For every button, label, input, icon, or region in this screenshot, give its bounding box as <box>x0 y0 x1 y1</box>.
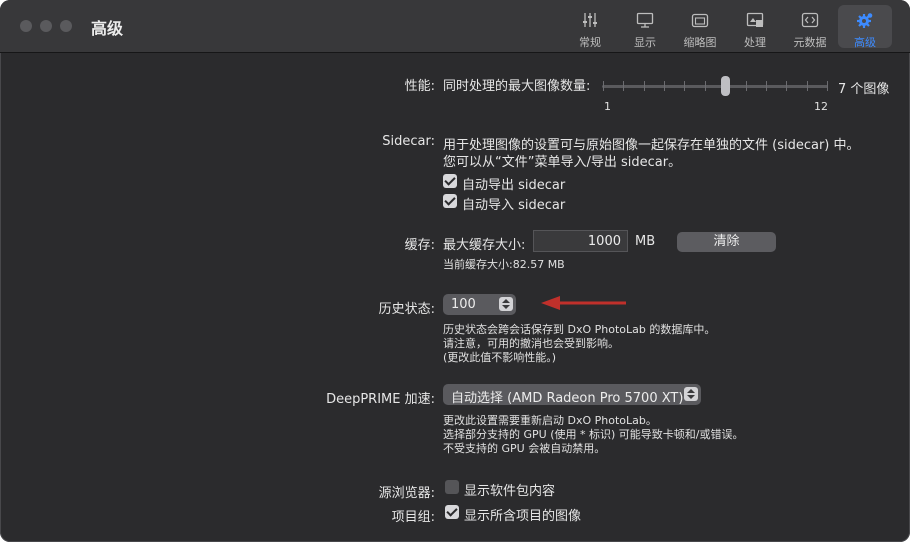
slider-tick <box>746 81 747 91</box>
tab-display[interactable]: 显示 <box>618 5 672 49</box>
show-project-images-label[interactable]: 显示所含项目的图像 <box>464 505 581 524</box>
slider-tick <box>644 81 645 91</box>
tab-label: 高级 <box>854 36 876 49</box>
chevron-updown-icon[interactable] <box>684 387 698 401</box>
deepprime-label: DeepPRIME 加速: <box>326 392 435 407</box>
slider-min-label: 1 <box>604 100 611 113</box>
slider-tick <box>684 81 685 91</box>
title-bar: 高级 常规 显示 缩略图 处理 元数据 高级 <box>0 0 910 53</box>
tab-processing[interactable]: 处理 <box>728 5 782 49</box>
sidecar-label: Sidecar: <box>382 134 435 149</box>
tab-label: 显示 <box>634 36 656 49</box>
project-group-label: 项目组: <box>391 510 435 525</box>
history-label: 历史状态: <box>378 302 435 317</box>
auto-import-sidecar-checkbox[interactable] <box>443 194 457 208</box>
show-project-images-checkbox[interactable] <box>445 505 459 519</box>
processing-icon <box>746 12 764 27</box>
cache-unit: MB <box>635 234 656 249</box>
slider-tick <box>766 81 767 91</box>
slider-tick <box>603 81 604 91</box>
close-window-button[interactable] <box>20 20 32 32</box>
tab-label: 常规 <box>579 36 601 49</box>
window-title: 高级 <box>91 19 124 38</box>
stepper-arrows-icon[interactable] <box>499 297 513 311</box>
deepprime-value: 自动选择 (AMD Radeon Pro 5700 XT) <box>451 391 684 406</box>
source-browser-label: 源浏览器: <box>378 486 435 501</box>
slider-knob[interactable] <box>721 76 730 96</box>
deepprime-select[interactable]: 自动选择 (AMD Radeon Pro 5700 XT) <box>443 384 701 406</box>
cache-size-input[interactable]: 1000 <box>533 230 628 252</box>
cache-max-label: 最大缓存大小: <box>443 238 526 253</box>
preferences-window: 高级 常规 显示 缩略图 处理 元数据 高级 性能: 同时处理的最大图像数量: … <box>0 0 910 542</box>
history-note-2: 请注意，可用的撤消也会受到影响。 <box>443 337 619 350</box>
slider-track[interactable] <box>602 85 828 88</box>
auto-import-sidecar-label[interactable]: 自动导入 sidecar <box>462 194 565 213</box>
performance-value: 7 个图像 <box>838 82 890 97</box>
tab-label: 处理 <box>744 36 766 49</box>
minimize-window-button[interactable] <box>40 20 52 32</box>
history-note-3: (更改此值不影响性能。) <box>443 351 557 364</box>
slider-tick <box>664 81 665 91</box>
current-cache-size: 当前缓存大小:82.57 MB <box>443 258 565 271</box>
tab-general[interactable]: 常规 <box>563 5 617 49</box>
slider-tick <box>786 81 787 91</box>
clear-cache-button[interactable]: 清除 <box>677 232 776 252</box>
display-icon <box>636 12 654 28</box>
performance-description: 同时处理的最大图像数量: <box>443 79 591 94</box>
slider-tick <box>807 81 808 91</box>
show-package-contents-label[interactable]: 显示软件包内容 <box>464 480 555 499</box>
auto-export-sidecar-checkbox[interactable] <box>443 174 457 188</box>
tab-label: 缩略图 <box>683 36 717 49</box>
gear-icon <box>857 13 873 28</box>
deepprime-note-3: 不受支持的 GPU 会被自动禁用。 <box>443 442 606 455</box>
slider-max-label: 12 <box>814 100 828 113</box>
history-value: 100 <box>451 297 476 312</box>
cache-label: 缓存: <box>404 238 435 253</box>
red-arrow-annotation <box>541 296 626 310</box>
deepprime-note-1: 更改此设置需要重新启动 DxO PhotoLab。 <box>443 414 657 427</box>
performance-label: 性能: <box>404 79 435 94</box>
tab-advanced[interactable]: 高级 <box>838 5 892 49</box>
history-stepper[interactable]: 100 <box>443 294 516 315</box>
slider-tick <box>705 81 706 91</box>
history-note-1: 历史状态会跨会话保存到 DxO PhotoLab 的数据库中。 <box>443 323 716 336</box>
tab-label: 元数据 <box>793 36 827 49</box>
sidecar-description-2: 您可以从“文件”菜单导入/导出 sidecar。 <box>443 155 682 170</box>
thumbnails-icon <box>691 13 709 28</box>
show-package-contents-checkbox[interactable] <box>445 480 459 494</box>
zoom-window-button[interactable] <box>60 20 72 32</box>
sliders-icon <box>583 13 597 27</box>
slider-tick <box>827 81 828 91</box>
metadata-icon <box>801 12 819 28</box>
deepprime-note-2: 选择部分支持的 GPU (使用 * 标识) 可能导致卡顿和/或错误。 <box>443 428 744 441</box>
tab-metadata[interactable]: 元数据 <box>783 5 837 49</box>
tab-thumbnails[interactable]: 缩略图 <box>673 5 727 49</box>
slider-tick <box>623 81 624 91</box>
auto-export-sidecar-label[interactable]: 自动导出 sidecar <box>462 174 565 193</box>
